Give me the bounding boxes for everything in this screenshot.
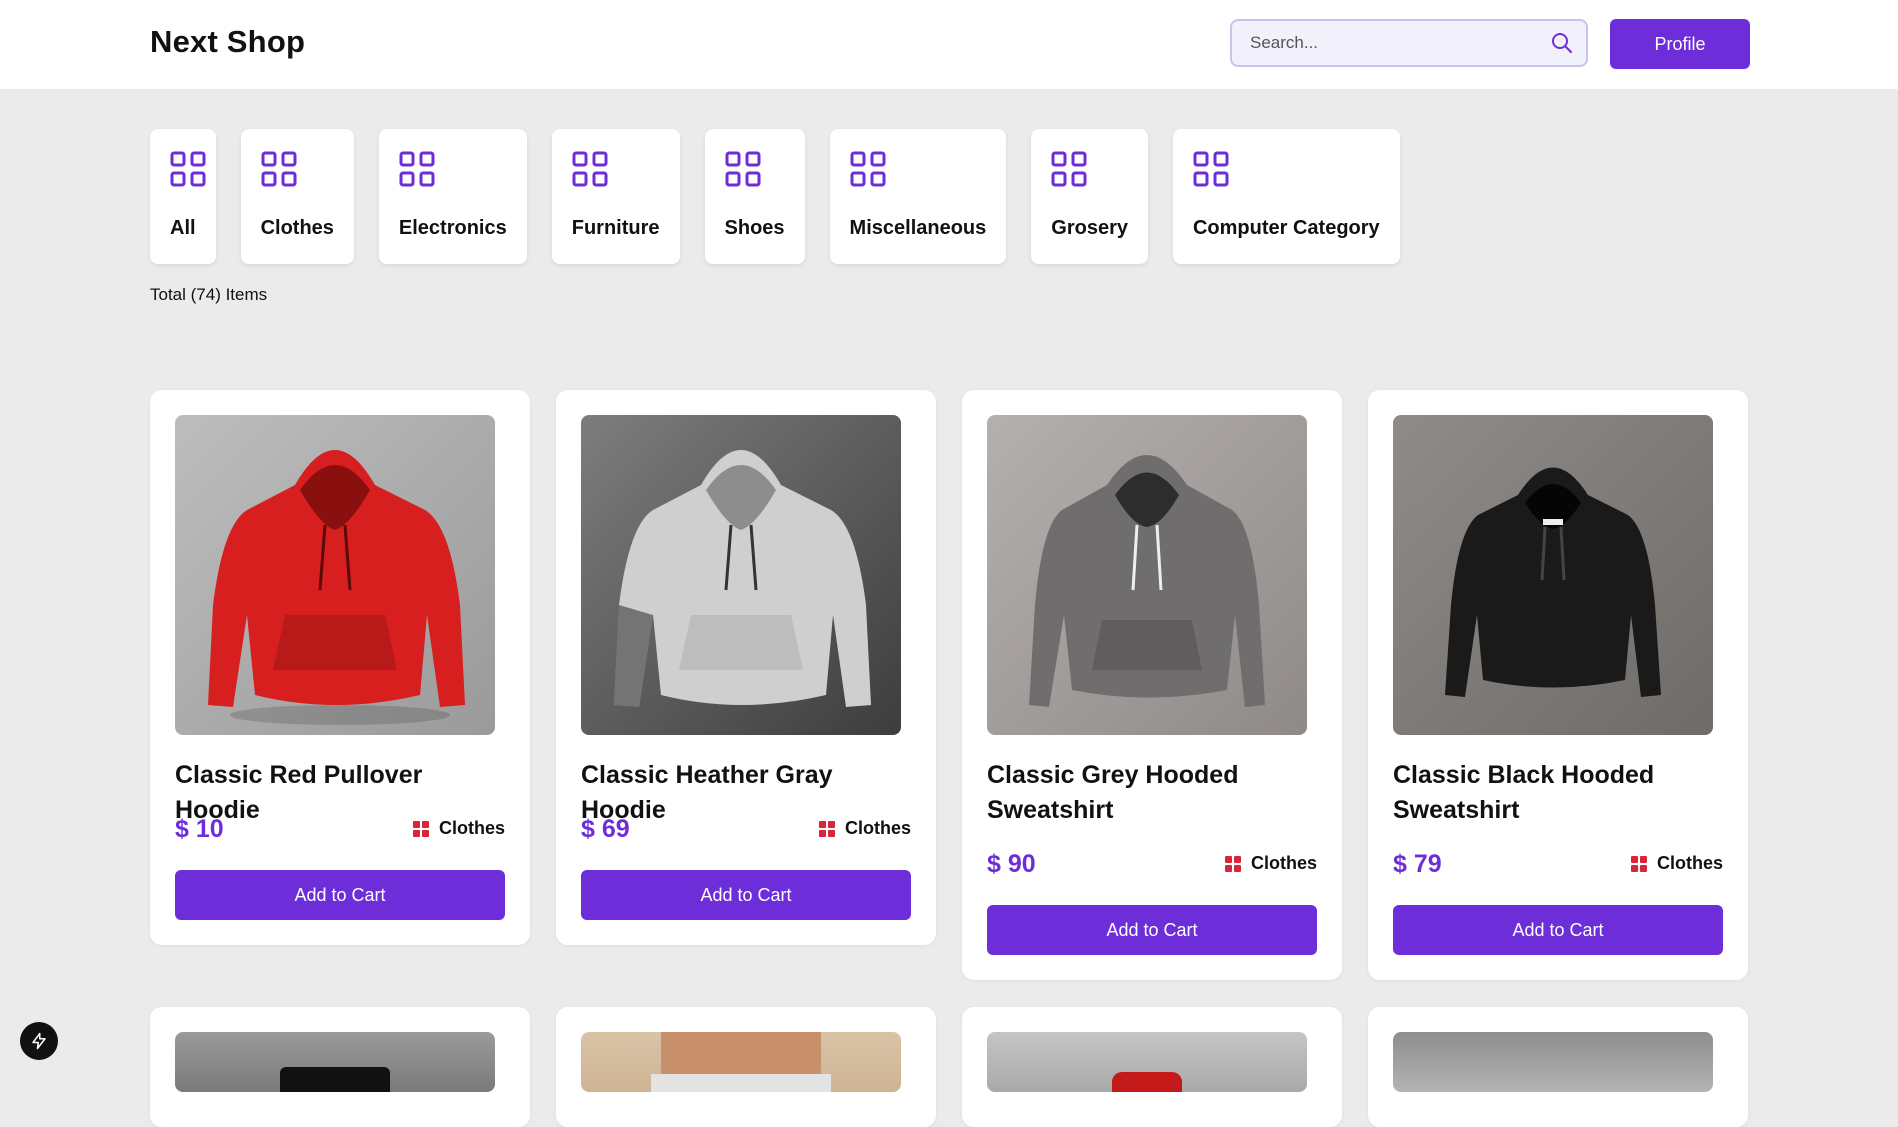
category-furniture[interactable]: Furniture — [551, 129, 680, 264]
hoodie-illustration — [614, 450, 871, 707]
cap-shape — [1112, 1072, 1182, 1092]
product-category-label: Clothes — [438, 818, 505, 838]
category-tag-icon — [818, 820, 835, 837]
product-category-label: Clothes — [1656, 853, 1723, 873]
category-tag-icon — [1630, 855, 1647, 872]
product-image[interactable] — [581, 1032, 901, 1092]
product-card: Classic Grey Hooded Sweatshirt $ 90 Clot… — [962, 390, 1342, 980]
product-image[interactable] — [175, 415, 495, 735]
product-card — [150, 1007, 530, 1127]
search-input[interactable] — [1232, 21, 1542, 65]
product-card: Classic Black Hooded Sweatshirt $ 79 Clo… — [1368, 390, 1748, 980]
dev-tools-button[interactable] — [20, 1022, 58, 1060]
lightning-icon — [32, 1032, 46, 1050]
grid-icon — [850, 151, 886, 187]
product-category-label: Clothes — [844, 818, 911, 838]
add-to-cart-button[interactable]: Add to Cart — [1393, 905, 1723, 955]
total-items-count: Total (74) Items — [150, 285, 268, 304]
grid-icon — [1051, 151, 1087, 187]
product-image[interactable] — [987, 1032, 1307, 1092]
grid-icon — [725, 151, 761, 187]
hoodie-illustration — [1029, 455, 1265, 707]
category-tag-icon — [412, 820, 429, 837]
category-grosery[interactable]: Grosery — [1031, 129, 1148, 264]
top-navbar: Next Shop Profile — [0, 0, 1898, 89]
category-tag-icon — [1224, 855, 1241, 872]
hoodie-illustration — [208, 450, 465, 725]
product-category-tag: Clothes — [1630, 853, 1723, 874]
product-image[interactable] — [175, 1032, 495, 1092]
search-box[interactable] — [1230, 19, 1588, 67]
product-card — [962, 1007, 1342, 1127]
grid-icon — [399, 151, 435, 187]
product-card — [556, 1007, 936, 1127]
category-list: All Clothes Electronics Furniture Shoes … — [150, 129, 1400, 264]
site-logo[interactable]: Next Shop — [150, 24, 305, 60]
hoodie-illustration — [1445, 467, 1661, 697]
add-to-cart-button[interactable]: Add to Cart — [175, 870, 505, 920]
product-price: $ 90 — [987, 850, 1036, 878]
grid-icon — [1193, 151, 1229, 187]
add-to-cart-button[interactable]: Add to Cart — [581, 870, 911, 920]
category-clothes[interactable]: Clothes — [240, 129, 354, 264]
product-price: $ 79 — [1393, 850, 1442, 878]
category-miscellaneous[interactable]: Miscellaneous — [829, 129, 1007, 264]
shorts-shape — [280, 1067, 390, 1092]
product-price: $ 10 — [175, 815, 224, 843]
grid-icon — [170, 151, 206, 187]
product-image[interactable] — [1393, 415, 1713, 735]
product-category-tag: Clothes — [412, 818, 505, 839]
category-computer[interactable]: Computer Category — [1172, 129, 1400, 264]
product-title[interactable]: Classic Black Hooded Sweatshirt — [1393, 758, 1728, 828]
product-category-label: Clothes — [1250, 853, 1317, 873]
product-card: Classic Red Pullover Hoodie $ 10 Clothes… — [150, 390, 530, 945]
product-image[interactable] — [581, 415, 901, 735]
product-title[interactable]: Classic Grey Hooded Sweatshirt — [987, 758, 1322, 828]
category-all[interactable]: All — [150, 129, 216, 264]
grid-icon — [261, 151, 297, 187]
product-category-tag: Clothes — [818, 818, 911, 839]
profile-button[interactable]: Profile — [1610, 19, 1750, 69]
category-shoes[interactable]: Shoes — [704, 129, 805, 264]
product-price: $ 69 — [581, 815, 630, 843]
add-to-cart-button[interactable]: Add to Cart — [987, 905, 1317, 955]
category-electronics[interactable]: Electronics — [378, 129, 527, 264]
waistband-shape — [651, 1074, 831, 1092]
product-card — [1368, 1007, 1748, 1127]
product-card: Classic Heather Gray Hoodie $ 69 Clothes… — [556, 390, 936, 945]
product-category-tag: Clothes — [1224, 853, 1317, 874]
search-icon[interactable] — [1550, 31, 1574, 55]
grid-icon — [572, 151, 608, 187]
product-image[interactable] — [1393, 1032, 1713, 1092]
product-image[interactable] — [987, 415, 1307, 735]
